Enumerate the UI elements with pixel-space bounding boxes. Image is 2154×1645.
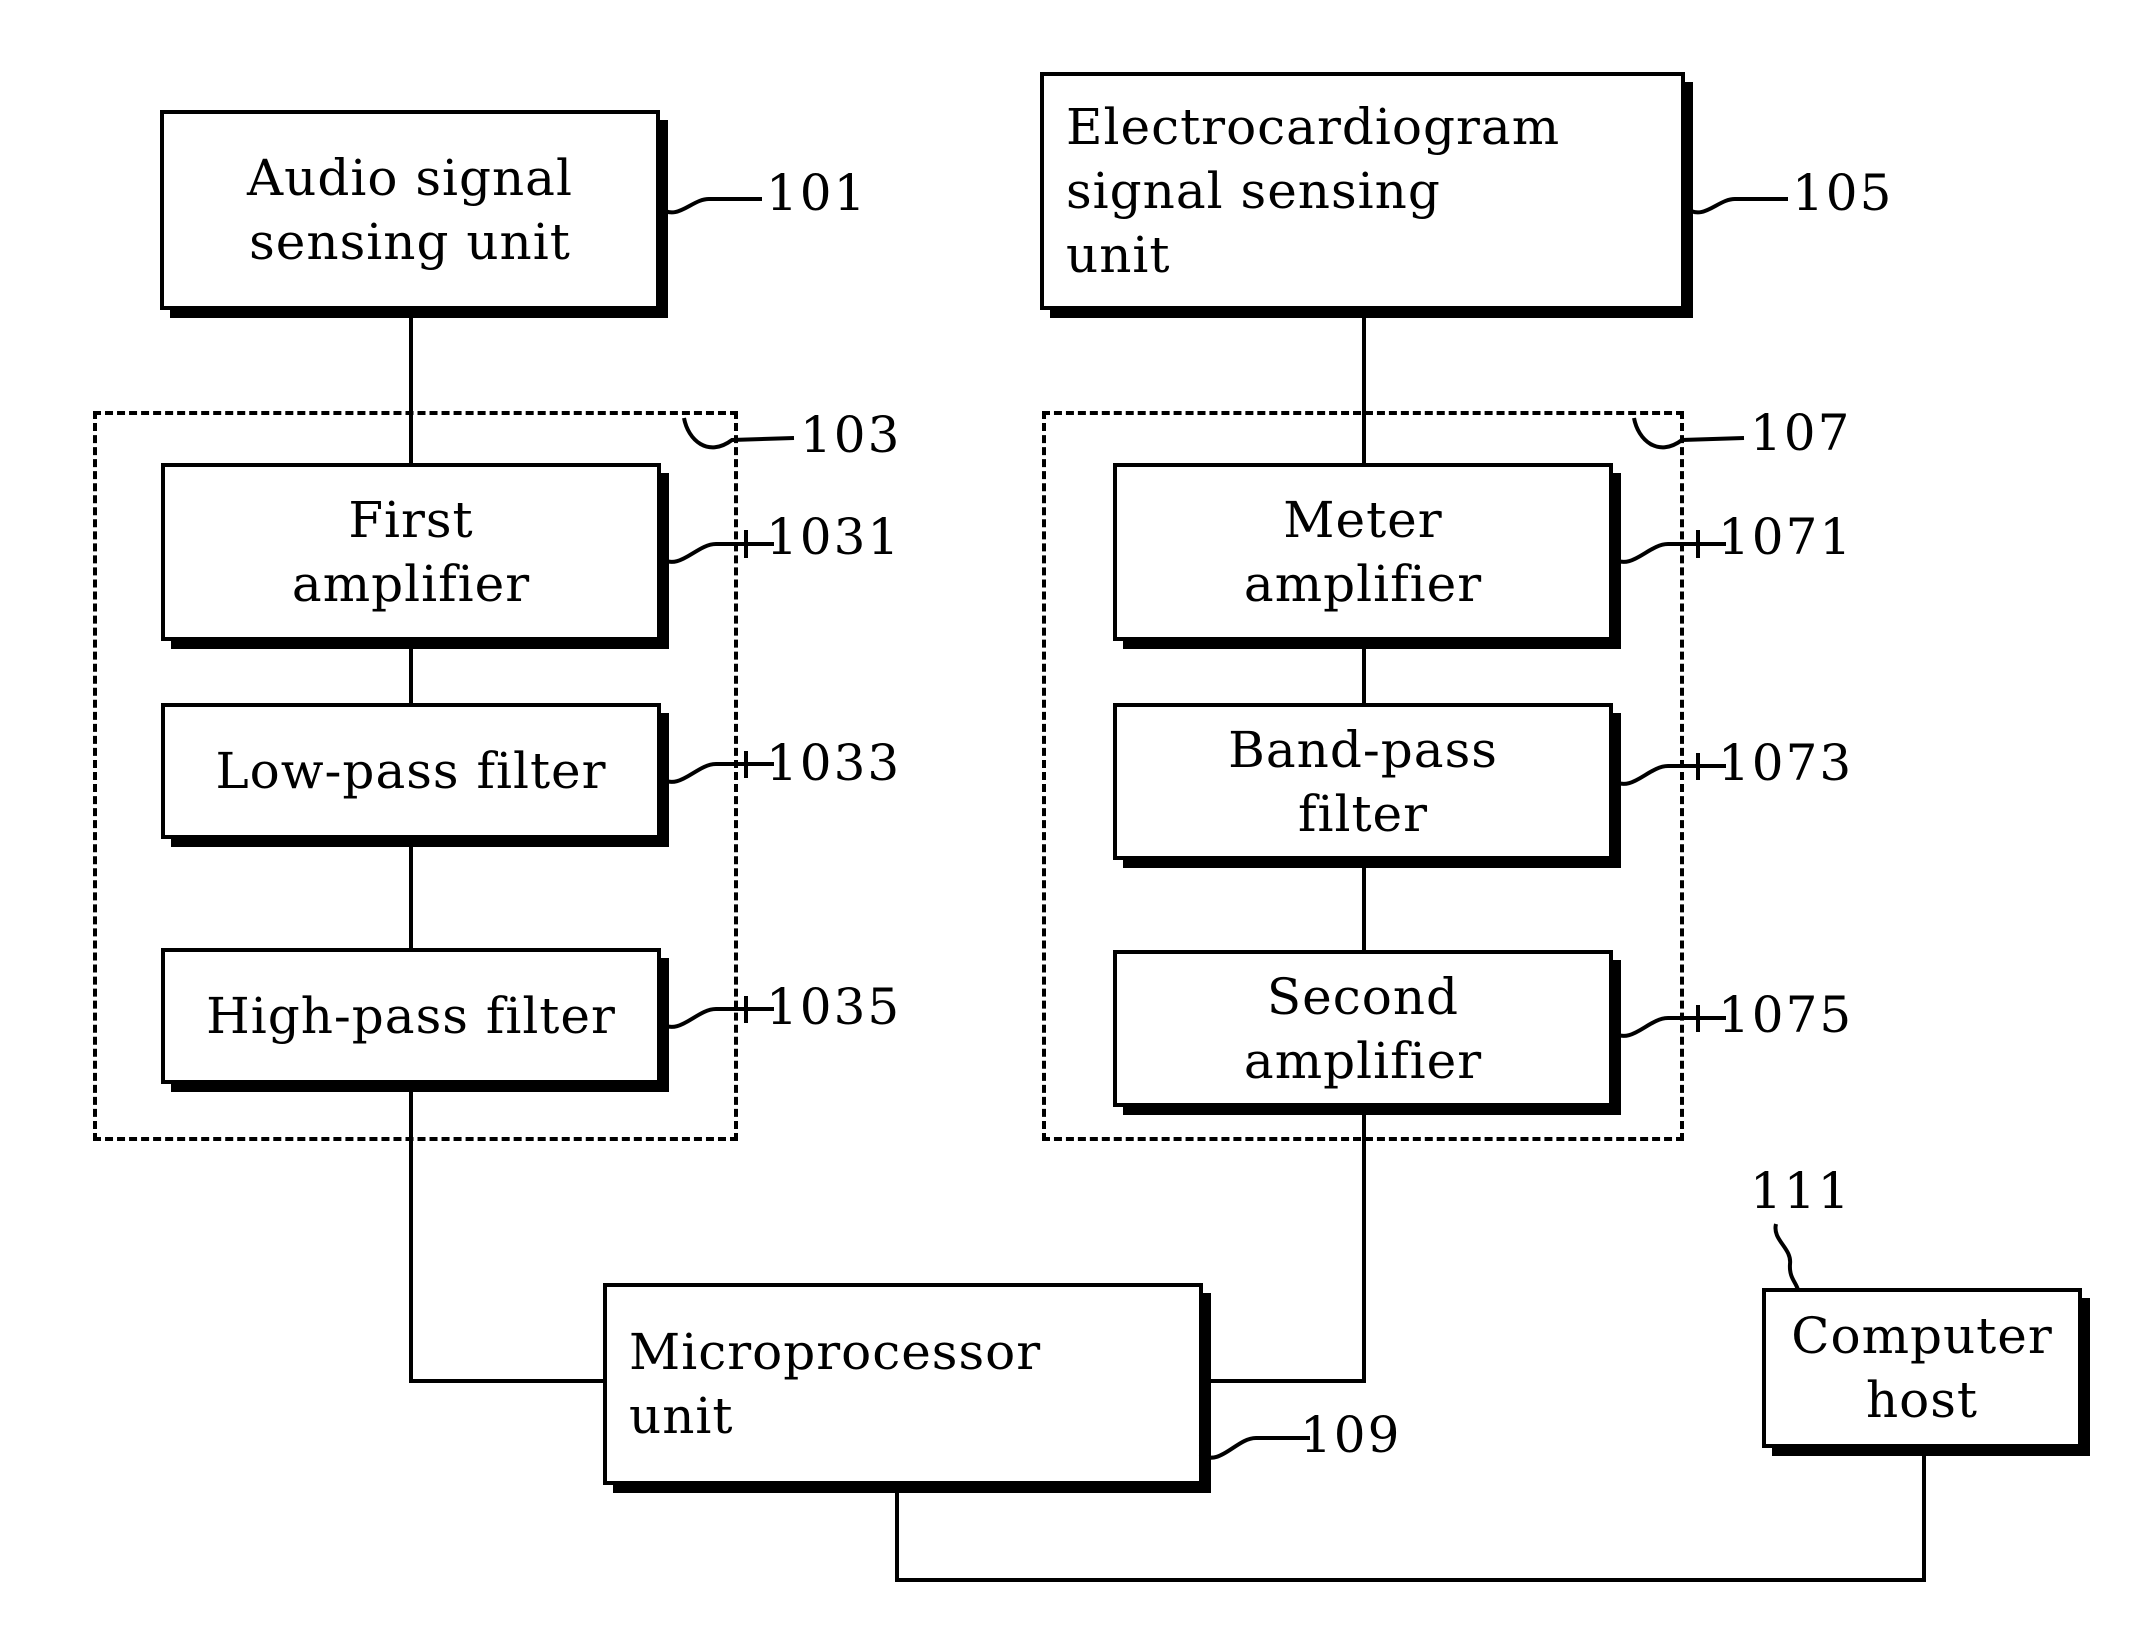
wire-computer-host-down [1922,1448,1926,1582]
wire-audio-to-first-amplifier [409,310,413,465]
block-high-pass-filter[interactable]: High-pass filter [161,948,661,1084]
block-label-audio-sensing: Audio signal sensing unit [247,149,573,271]
wire-second-amplifier-to-microprocessor [1200,1379,1366,1383]
ref-numeral-1071: 1071 [1718,508,1854,566]
wire-second-amplifier-down [1362,1086,1366,1383]
leader-line-1075 [1610,1005,1726,1038]
wire-high-pass-down [409,1083,413,1382]
block-low-pass-filter[interactable]: Low-pass filter [161,703,661,839]
block-label-ecg-sensing: Electrocardiogram signal sensing unit [1066,98,1561,284]
leader-line-105 [1684,197,1788,215]
wire-microprocessor-down [895,1487,899,1582]
leader-line-101 [658,197,762,215]
ref-numeral-105: 105 [1792,164,1894,222]
block-label-computer-host: Computer host [1791,1307,2053,1429]
block-second-amplifier[interactable]: Second amplifier [1113,950,1613,1107]
wire-band-pass-to-second-amplifier [1362,858,1366,955]
leader-line-111 [1773,1223,1800,1291]
block-band-pass-filter[interactable]: Band-pass filter [1113,703,1613,860]
ref-numeral-1035: 1035 [766,978,902,1036]
block-label-second-amplifier: Second amplifier [1243,967,1483,1090]
ref-numeral-1073: 1073 [1718,734,1854,792]
ref-numeral-1033: 1033 [766,734,902,792]
block-label-low-pass-filter: Low-pass filter [215,742,607,800]
block-electrocardiogram-signal-sensing-unit[interactable]: Electrocardiogram signal sensing unit [1040,72,1685,310]
wire-microprocessor-to-computer-host [895,1578,1926,1582]
block-audio-signal-sensing-unit[interactable]: Audio signal sensing unit [160,110,660,310]
wire-ecg-to-meter-amplifier [1362,310,1366,465]
leader-line-1031 [658,530,774,564]
block-label-first-amplifier: First amplifier [291,491,531,613]
wire-first-amplifier-to-low-pass [409,640,413,705]
wire-meter-amplifier-to-band-pass [1362,640,1366,705]
block-label-high-pass-filter: High-pass filter [206,987,616,1045]
ref-numeral-107: 107 [1750,404,1852,462]
wire-low-pass-to-high-pass [409,838,413,951]
ref-numeral-103: 103 [800,406,902,464]
patent-figure-canvas: Audio signal sensing unit Electrocardiog… [0,0,2154,1645]
leader-line-107 [1632,417,1745,450]
block-computer-host[interactable]: Computer host [1762,1288,2082,1448]
block-first-amplifier[interactable]: First amplifier [161,463,661,641]
block-microprocessor-unit[interactable]: Microprocessor unit [603,1283,1203,1485]
ref-numeral-1075: 1075 [1718,986,1854,1044]
ref-numeral-101: 101 [766,164,868,222]
block-label-microprocessor: Microprocessor unit [629,1323,1042,1445]
block-meter-amplifier[interactable]: Meter amplifier [1113,463,1613,641]
block-label-band-pass-filter: Band-pass filter [1228,720,1498,843]
ref-numeral-111: 111 [1750,1162,1852,1220]
leader-line-1073 [1610,753,1726,786]
leader-line-109 [1198,1436,1310,1460]
wire-high-pass-to-microprocessor [409,1379,606,1383]
leader-line-1035 [658,996,774,1029]
block-label-meter-amplifier: Meter amplifier [1243,491,1483,613]
ref-numeral-109: 109 [1300,1406,1402,1464]
leader-line-1071 [1610,530,1726,564]
ref-numeral-1031: 1031 [766,508,902,566]
leader-line-103 [682,417,795,450]
leader-line-1033 [658,751,774,784]
